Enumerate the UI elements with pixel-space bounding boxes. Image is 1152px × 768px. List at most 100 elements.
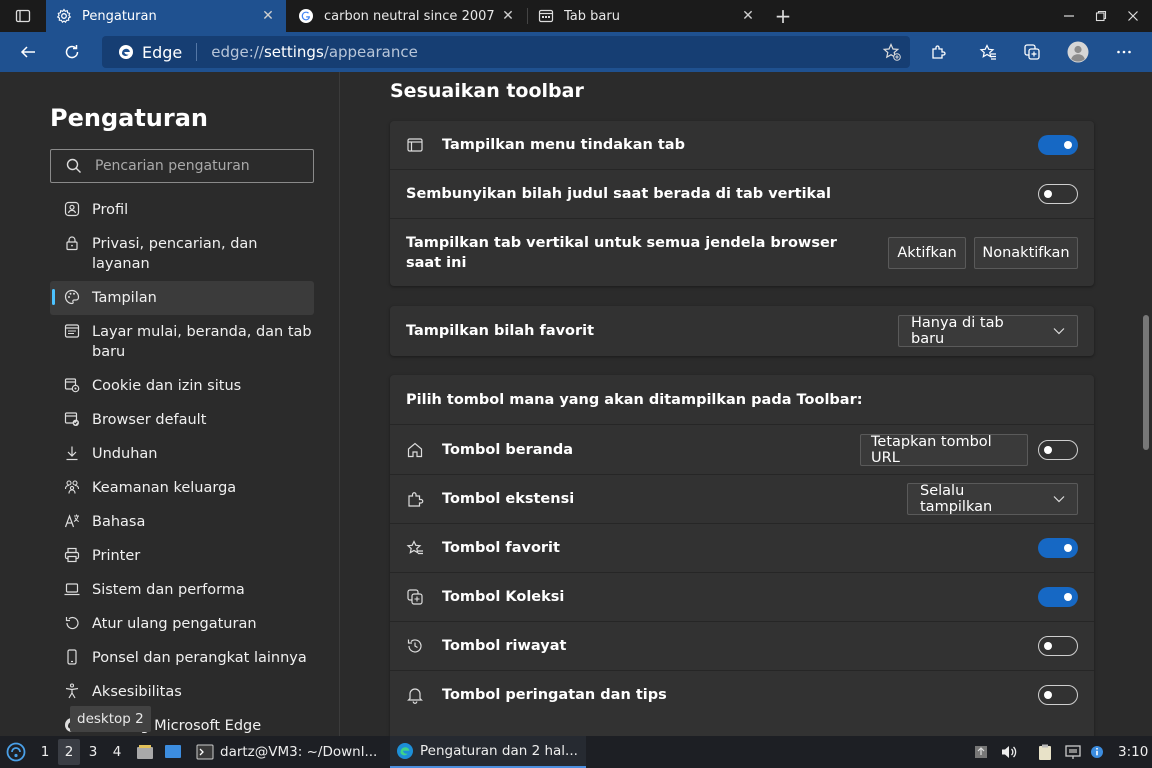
- sidebar-title: Pengaturan: [50, 104, 209, 132]
- network-icon: [1065, 745, 1081, 759]
- sidebar-item-atur-ulang[interactable]: Atur ulang pengaturan: [50, 607, 314, 641]
- task-label: Pengaturan dan 2 hal...: [420, 743, 578, 759]
- sidebar-item-privasi[interactable]: Privasi, pencarian, dan layanan: [50, 227, 314, 281]
- edge-label: Edge: [142, 42, 183, 62]
- start-menu-button[interactable]: [4, 736, 28, 768]
- new-tab-page-icon: [538, 8, 554, 24]
- tab-settings[interactable]: Pengaturan ✕: [46, 0, 286, 32]
- favorites-icon: [979, 44, 996, 60]
- file-manager-launcher[interactable]: [134, 736, 156, 768]
- setting-row-extensions-button: Tombol ekstensi Selalu tampilkan: [390, 474, 1094, 523]
- sidebar-item-layar-mulai[interactable]: Layar mulai, beranda, dan tab baru: [50, 315, 314, 369]
- home-icon: [407, 442, 423, 457]
- tray-volume[interactable]: [998, 736, 1020, 768]
- sidebar-item-bahasa[interactable]: Bahasa: [50, 505, 314, 539]
- close-tab-icon[interactable]: ✕: [740, 8, 756, 24]
- sidebar-item-aksesibilitas[interactable]: Aksesibilitas: [50, 675, 314, 709]
- extensions-button-dropdown[interactable]: Selalu tampilkan: [907, 483, 1078, 515]
- enable-vertical-tabs-button[interactable]: Aktifkan: [888, 236, 966, 269]
- search-icon: [66, 158, 81, 173]
- task-label: dartz@VM3: ~/Downl...: [220, 744, 378, 760]
- settings-main: Sesuaikan toolbar Tampilkan menu tindaka…: [341, 72, 1138, 736]
- desktop-icon: [165, 745, 181, 758]
- tray-notifications[interactable]: [1088, 736, 1106, 768]
- gear-icon: [56, 8, 72, 24]
- profile-button[interactable]: [1062, 36, 1094, 68]
- hide-title-bar-toggle[interactable]: [1038, 184, 1078, 204]
- profile-icon: [64, 201, 80, 217]
- favorites-bar-dropdown[interactable]: Hanya di tab baru: [898, 315, 1078, 347]
- tab-actions-icon: [407, 138, 423, 152]
- collections-icon: [407, 589, 423, 605]
- tab-actions-button[interactable]: [0, 0, 46, 32]
- collections-button-toggle[interactable]: [1038, 587, 1078, 607]
- home-button-toggle[interactable]: [1038, 439, 1078, 460]
- workspace-3[interactable]: 3: [82, 739, 104, 765]
- edge-icon: [397, 743, 413, 759]
- tab-actions-toggle[interactable]: [1038, 135, 1078, 155]
- tray-upload[interactable]: [970, 736, 992, 768]
- scrollbar-thumb[interactable]: [1143, 315, 1149, 450]
- section-title: Sesuaikan toolbar: [390, 80, 584, 102]
- add-favorite-icon[interactable]: [882, 42, 902, 62]
- toolbar-buttons-card: Pilih tombol mana yang akan ditampilkan …: [390, 375, 1094, 736]
- sidebar-item-tampilan[interactable]: Tampilan: [50, 281, 314, 315]
- set-url-button[interactable]: Tetapkan tombol URL: [860, 433, 1028, 466]
- back-arrow-icon: [20, 46, 35, 58]
- collections-button[interactable]: [1016, 36, 1048, 68]
- settings-more-button[interactable]: [1108, 36, 1140, 68]
- favorites-icon: [406, 540, 423, 555]
- close-tab-icon[interactable]: ✕: [500, 8, 516, 24]
- volume-icon: [1002, 746, 1017, 758]
- favorites-button-toggle[interactable]: [1038, 538, 1078, 558]
- extensions-button[interactable]: [922, 36, 954, 68]
- workspace-2[interactable]: 2: [58, 739, 80, 765]
- folder-icon: [137, 745, 153, 759]
- puzzle-icon: [408, 492, 424, 507]
- setting-row-hide-title-bar: Sembunyikan bilah judul saat berada di t…: [390, 169, 1094, 218]
- sidebar-item-browser-default[interactable]: Browser default: [50, 403, 314, 437]
- history-button-toggle[interactable]: [1038, 636, 1078, 656]
- tab-new-tab[interactable]: Tab baru ✕: [528, 0, 766, 32]
- sidebar-item-keamanan-keluarga[interactable]: Keamanan keluarga: [50, 471, 314, 505]
- sidebar-item-sistem[interactable]: Sistem dan performa: [50, 573, 314, 607]
- toggle-knob: [1044, 691, 1052, 699]
- sidebar-item-cookie[interactable]: Cookie dan izin situs: [50, 369, 314, 403]
- bell-icon: [407, 688, 423, 704]
- setting-row-favorites-button: Tombol favorit: [390, 523, 1094, 572]
- browser-default-icon: [64, 412, 79, 426]
- setting-label: Sembunyikan bilah judul saat berada di t…: [406, 186, 831, 202]
- settings-search[interactable]: [50, 149, 314, 183]
- new-tab-button[interactable]: +: [770, 0, 796, 32]
- browser-toolbar: Edge edge://settings/appearance: [0, 32, 1152, 72]
- disable-vertical-tabs-button[interactable]: Nonaktifkan: [974, 236, 1078, 269]
- page-scrollbar[interactable]: [1138, 72, 1152, 736]
- setting-label: Tampilkan bilah favorit: [406, 323, 595, 339]
- close-tab-icon[interactable]: ✕: [260, 8, 276, 24]
- tray-network[interactable]: [1062, 736, 1084, 768]
- accessibility-icon: [65, 683, 79, 699]
- favorites-button[interactable]: [972, 36, 1004, 68]
- task-edge[interactable]: Pengaturan dan 2 hal...: [390, 736, 586, 768]
- maximize-button[interactable]: [1084, 0, 1118, 32]
- sidebar-item-printer[interactable]: Printer: [50, 539, 314, 573]
- refresh-button[interactable]: [56, 36, 88, 68]
- workspace-1[interactable]: 1: [34, 739, 56, 765]
- tab-carbon-neutral[interactable]: carbon neutral since 2007 ✕: [288, 0, 526, 32]
- sidebar-item-ponsel[interactable]: Ponsel dan perangkat lainnya: [50, 641, 314, 675]
- task-terminal[interactable]: dartz@VM3: ~/Downl...: [190, 736, 384, 768]
- minimize-button[interactable]: [1052, 0, 1086, 32]
- sidebar-item-unduhan[interactable]: Unduhan: [50, 437, 314, 471]
- back-button[interactable]: [12, 36, 44, 68]
- family-icon: [64, 480, 80, 494]
- reset-icon: [65, 616, 79, 630]
- sidebar-item-profil[interactable]: Profil: [50, 193, 314, 227]
- clock[interactable]: 3:10: [1118, 736, 1148, 768]
- address-bar[interactable]: Edge edge://settings/appearance: [102, 36, 910, 68]
- close-window-button[interactable]: [1116, 0, 1150, 32]
- search-input[interactable]: [95, 158, 295, 174]
- alerts-button-toggle[interactable]: [1038, 685, 1078, 705]
- workspace-4[interactable]: 4: [106, 739, 128, 765]
- tray-clipboard[interactable]: [1034, 736, 1056, 768]
- desktop-launcher[interactable]: [162, 736, 184, 768]
